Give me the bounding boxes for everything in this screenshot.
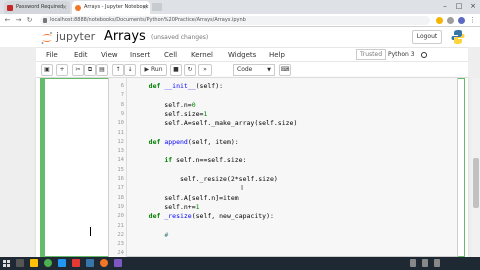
browser-tab-bar: Password Required × Arrays - Jupyter Not…: [0, 0, 480, 14]
browser-tab-password[interactable]: Password Required ×: [4, 1, 70, 14]
notebook-toolbar: ▣ + ✂ ⧉ ▤ ↑ ↓ ▶ Run ■ ↻ » Code ▼ ⌨: [36, 61, 468, 78]
kernel-name[interactable]: Python 3: [388, 48, 415, 62]
menu-help[interactable]: Help: [269, 48, 285, 62]
chrome-icon[interactable]: [44, 259, 52, 267]
copy-icon[interactable]: ⧉: [84, 64, 96, 76]
move-up-icon[interactable]: ↑: [112, 64, 124, 76]
notebook-title[interactable]: Arrays: [104, 29, 146, 44]
paste-icon[interactable]: ▤: [96, 64, 108, 76]
url-text: localhost:8888/notebooks/Documents/Pytho…: [50, 17, 246, 23]
extension-icon[interactable]: [447, 17, 454, 24]
password-favicon-icon: [7, 5, 13, 11]
cell-type-value: Code: [237, 66, 253, 73]
logout-button[interactable]: Logout: [412, 30, 442, 44]
restart-run-all-icon[interactable]: »: [198, 64, 212, 76]
scrollbar-thumb[interactable]: [473, 158, 479, 208]
volume-icon[interactable]: [422, 259, 428, 267]
tab-label: Arrays - Jupyter Notebook: [84, 4, 149, 10]
tab-label: Password Required: [16, 4, 64, 10]
maximize-icon[interactable]: □: [452, 0, 466, 13]
menu-file[interactable]: File: [46, 48, 58, 62]
restart-icon[interactable]: ↻: [184, 64, 196, 76]
jupyter-favicon-icon: [75, 5, 81, 11]
reload-icon[interactable]: ↻: [25, 14, 34, 27]
close-tab-icon[interactable]: ×: [142, 1, 147, 14]
chevron-down-icon: ▼: [267, 67, 271, 73]
jupyter-logo-icon: [41, 32, 52, 44]
profile-icon[interactable]: [458, 17, 465, 24]
insert-cell-icon[interactable]: +: [56, 64, 68, 76]
menu-kernel[interactable]: Kernel: [191, 48, 213, 62]
menubar: File Edit View Insert Cell Kernel Widget…: [36, 47, 468, 61]
bookmark-star-icon[interactable]: [436, 17, 443, 24]
network-icon[interactable]: [410, 259, 416, 267]
run-icon: ▶: [144, 66, 150, 73]
menu-insert[interactable]: Insert: [130, 48, 150, 62]
new-tab-button[interactable]: [152, 3, 162, 11]
back-icon[interactable]: ←: [3, 14, 12, 27]
run-button[interactable]: ▶ Run: [140, 64, 167, 76]
browser-menu-icon[interactable]: ⋮: [468, 14, 477, 27]
python-logo-icon: [451, 30, 465, 44]
interrupt-icon[interactable]: ■: [170, 64, 182, 76]
app-icon[interactable]: [100, 259, 108, 267]
menu-edit[interactable]: Edit: [74, 48, 88, 62]
run-label: Run: [151, 66, 163, 73]
windows-start-icon[interactable]: [3, 260, 10, 267]
kernel-idle-icon: [421, 52, 427, 58]
jupyter-header: jupyter Arrays (unsaved changes) Logout: [0, 27, 480, 47]
close-tab-icon[interactable]: ×: [62, 1, 67, 14]
file-explorer-icon[interactable]: [30, 259, 38, 267]
browser-tab-arrays[interactable]: Arrays - Jupyter Notebook ×: [72, 1, 150, 14]
cut-icon[interactable]: ✂: [72, 64, 84, 76]
jupyter-brand: jupyter: [56, 30, 96, 43]
menu-cell[interactable]: Cell: [164, 48, 177, 62]
minimize-icon[interactable]: –: [438, 0, 452, 13]
page-scrollbar[interactable]: [472, 78, 480, 257]
trusted-indicator[interactable]: Trusted: [356, 49, 387, 60]
notebook-page: 6 def __init__(self): 7 8 self.n=0 9 self.s…: [36, 78, 468, 257]
site-info-icon: [43, 18, 47, 23]
url-field[interactable]: localhost:8888/notebooks/Documents/Pytho…: [40, 16, 430, 25]
app-icon[interactable]: [58, 259, 66, 267]
command-palette-icon[interactable]: ⌨: [279, 64, 291, 76]
notification-icon[interactable]: [434, 259, 440, 267]
close-window-icon[interactable]: ×: [466, 0, 480, 13]
code-editor[interactable]: 6 def __init__(self): 7 8 self.n=0 9 self.s…: [108, 78, 458, 257]
ibeam-cursor-icon: I: [241, 184, 244, 192]
cell-type-select[interactable]: Code ▼: [233, 64, 275, 76]
app-icon[interactable]: [72, 259, 80, 267]
save-status: (unsaved changes): [151, 34, 209, 41]
search-icon[interactable]: [16, 259, 24, 267]
menu-view[interactable]: View: [101, 48, 118, 62]
menu-widgets[interactable]: Widgets: [228, 48, 256, 62]
address-bar: ← → ↻ localhost:8888/notebooks/Documents…: [0, 14, 480, 27]
app-icon[interactable]: [114, 259, 122, 267]
taskbar: [0, 257, 480, 270]
notebook-area: 6 def __init__(self): 7 8 self.n=0 9 self.s…: [0, 78, 480, 257]
save-icon[interactable]: ▣: [41, 64, 53, 76]
text-cursor: [90, 227, 91, 236]
forward-icon[interactable]: →: [14, 14, 23, 27]
app-icon[interactable]: [86, 259, 94, 267]
move-down-icon[interactable]: ↓: [124, 64, 136, 76]
